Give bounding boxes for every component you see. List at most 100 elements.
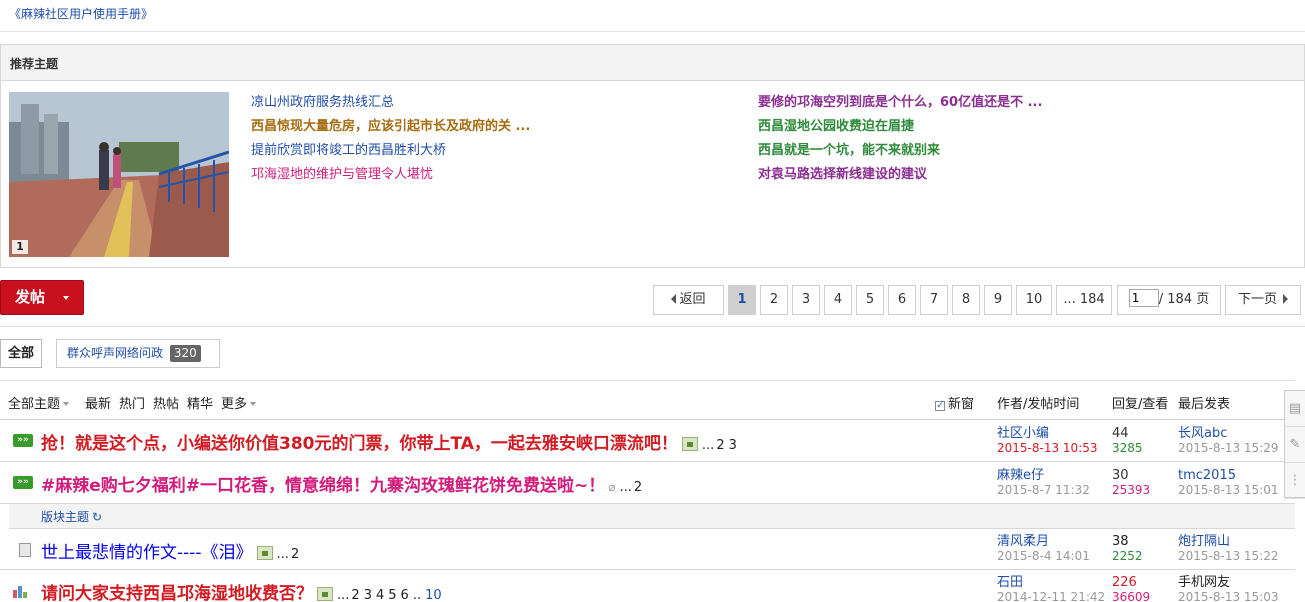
tab-all[interactable]: 全部 <box>0 339 42 368</box>
thread-row: »» #麻辣e购七夕福利#一口花香，情意绵绵！九寨沟玫瑰鲜花饼免费送啦~！ ⌀...… <box>0 462 1295 504</box>
sticky-icon[interactable]: »» <box>13 434 33 447</box>
thread-title-link[interactable]: #麻辣e购七夕福利#一口花香，情意绵绵！九寨沟玫瑰鲜花饼免费送啦~！ <box>41 476 605 496</box>
thread-title-link[interactable]: 世上最悲情的作文----《泪》 <box>41 543 253 563</box>
recommend-link[interactable]: 西昌就是一个坑，能不来就别来 <box>758 143 1042 167</box>
pager-back-button[interactable]: 返回 <box>653 285 724 315</box>
filter-hot-posts[interactable]: 热帖 <box>153 393 179 412</box>
tab-category-count: 320 <box>169 345 201 362</box>
thread-page-link[interactable]: 5 <box>388 588 396 602</box>
last-poster-link[interactable]: tmc2015 <box>1178 468 1236 483</box>
document-icon[interactable] <box>19 543 31 557</box>
thread-page-link[interactable]: 6 <box>401 588 409 602</box>
view-count: 2252 <box>1112 549 1143 563</box>
pager-next-label: 下一页 <box>1237 292 1277 307</box>
thread-list-header: 全部主题 最新 热门 热帖 精华 更多 ✓ 新窗 作者/发帖时间 回复/查看 最后… <box>0 380 1295 420</box>
filter-digest[interactable]: 精华 <box>187 393 213 412</box>
pager-next-button[interactable]: 下一页 <box>1225 285 1301 315</box>
author-link[interactable]: 麻辣e仔 <box>997 468 1044 483</box>
new-window-label: 新窗 <box>948 397 975 412</box>
image-attachment-icon <box>681 437 698 451</box>
attachment-icon: ⌀ <box>608 480 616 494</box>
page-jump: / 184 页 <box>1117 285 1221 315</box>
image-attachment-icon <box>256 546 273 560</box>
thread-page-link[interactable]: 2 <box>291 547 299 562</box>
filter-latest[interactable]: 最新 <box>85 393 111 412</box>
page-link[interactable]: 5 <box>856 285 884 315</box>
page-link[interactable]: 7 <box>920 285 948 315</box>
thread-pages-ellipsis: ... <box>619 480 632 495</box>
page-jump-input[interactable] <box>1128 289 1159 307</box>
photo-image <box>9 92 229 257</box>
thread-stats: 30 25393 <box>1112 468 1150 498</box>
page-link[interactable]: 3 <box>792 285 820 315</box>
recommend-link[interactable]: 西昌湿地公园收费迫在眉捷 <box>758 119 1042 143</box>
photo-index: 1 <box>12 240 28 254</box>
chevron-down-icon <box>250 402 257 406</box>
side-tool-button[interactable]: ▤ <box>1285 391 1305 427</box>
side-tool-button[interactable]: ⋮ <box>1285 463 1305 499</box>
thread-title-link[interactable]: 抢！就是这个点，小编送你价值380元的门票，你带上TA，一起去雅安峡口漂流吧！ <box>41 434 678 454</box>
chevron-down-icon <box>63 402 70 406</box>
last-post-date: 2015-8-13 15:29 <box>1178 441 1279 455</box>
page-link[interactable]: 8 <box>952 285 980 315</box>
thread-last-post: 炮打隔山 2015-8-13 15:22 <box>1178 534 1279 564</box>
thread-stats: 38 2252 <box>1112 534 1143 564</box>
thread-page-link[interactable]: 3 <box>729 438 737 453</box>
filter-hot[interactable]: 热门 <box>119 393 145 412</box>
thread-page-link[interactable]: 2 <box>351 588 359 602</box>
page-link[interactable]: 10 <box>1016 285 1052 315</box>
thread-title: 请问大家支持西昌邛海湿地收费否？... 2 3 4 5 6.. 10 <box>41 579 444 602</box>
thread-page-link[interactable]: 4 <box>376 588 384 602</box>
divider <box>0 326 1305 327</box>
post-button[interactable]: 发帖 <box>0 280 84 315</box>
recommend-link[interactable]: 凉山州政府服务热线汇总 <box>251 95 530 119</box>
thread-stats: 226 36609 <box>1112 575 1150 602</box>
last-poster-link[interactable]: 手机网友 <box>1178 575 1230 590</box>
new-window-toggle[interactable]: ✓ 新窗 <box>935 393 974 412</box>
post-date: 2015-8-4 14:01 <box>997 549 1090 563</box>
pager-back-label: 返回 <box>679 292 706 307</box>
last-poster-link[interactable]: 长风abc <box>1178 426 1227 441</box>
filter-all-topics[interactable]: 全部主题 <box>8 393 70 412</box>
poll-icon[interactable] <box>13 584 29 598</box>
recommend-link[interactable]: 邛海湿地的维护与管理令人堪忧 <box>251 167 530 191</box>
page-link[interactable]: 9 <box>984 285 1012 315</box>
thread-last-post: 手机网友 2015-8-13 15:03 <box>1178 575 1279 602</box>
recommend-link[interactable]: 对袁马路选择新线建设的建议 <box>758 167 1042 191</box>
thread-page-link[interactable]: 3 <box>364 588 372 602</box>
tab-category[interactable]: 群众呼声网络问政 320 <box>56 339 220 368</box>
last-poster-link[interactable]: 炮打隔山 <box>1178 534 1230 549</box>
recommend-col-2: 要修的邛海空列到底是个什么，60亿值还是不 ... 西昌湿地公园收费迫在眉捷 西昌就… <box>758 95 1042 191</box>
arrow-right-icon <box>1283 294 1288 304</box>
thread-page-link[interactable]: 2 <box>634 480 642 495</box>
post-button-label: 发帖 <box>15 288 46 306</box>
page-link[interactable]: ... 184 <box>1056 285 1112 315</box>
page-link[interactable]: 4 <box>824 285 852 315</box>
page-link[interactable]: 2 <box>760 285 788 315</box>
thread-page-link: .. <box>412 588 422 602</box>
recommend-link[interactable]: 提前欣赏即将竣工的西昌胜利大桥 <box>251 143 530 167</box>
checkbox-icon[interactable]: ✓ <box>935 401 945 411</box>
page-link[interactable]: 6 <box>888 285 916 315</box>
author-link[interactable]: 清风柔月 <box>997 534 1049 549</box>
page-link[interactable]: 1 <box>728 285 756 315</box>
recommend-photo[interactable]: 1 <box>9 92 229 257</box>
post-date: 2015-8-7 11:32 <box>997 483 1090 497</box>
thread-page-link[interactable]: 10 <box>425 588 442 602</box>
reply-count: 226 <box>1112 575 1137 590</box>
refresh-icon[interactable]: ↻ <box>92 510 102 524</box>
recommend-link[interactable]: 要修的邛海空列到底是个什么，60亿值还是不 ... <box>758 95 1042 119</box>
thread-title-link[interactable]: 请问大家支持西昌邛海湿地收费否？ <box>41 584 313 602</box>
thread-pages: ... 2 3 <box>702 438 739 453</box>
filter-more[interactable]: 更多 <box>221 393 257 412</box>
section-topics-label: 版块主题 ↻ <box>9 504 1295 529</box>
sticky-icon[interactable]: »» <box>13 476 33 489</box>
side-tool-button[interactable]: ✎ <box>1285 427 1305 463</box>
thread-pages: ... 2 <box>620 480 645 495</box>
recommend-link[interactable]: 西昌惊现大量危房，应该引起市长及政府的关 ... <box>251 119 530 143</box>
thread-page-link[interactable]: 2 <box>716 438 724 453</box>
manual-link[interactable]: 《麻辣社区用户使用手册》 <box>9 5 153 22</box>
reply-count: 30 <box>1112 468 1129 483</box>
author-link[interactable]: 社区小编 <box>997 426 1049 441</box>
author-link[interactable]: 石田 <box>997 575 1023 590</box>
